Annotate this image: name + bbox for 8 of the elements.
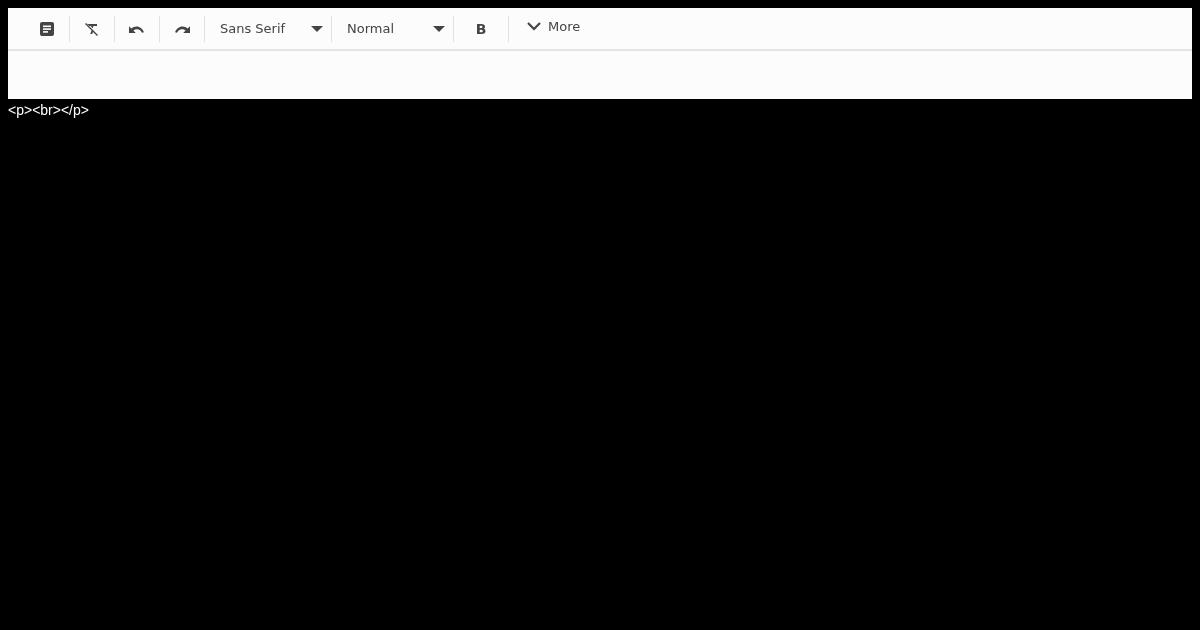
font-dropdown[interactable]: Sans Serif (205, 15, 331, 42)
caret-icon (311, 25, 323, 32)
more-button[interactable]: More (527, 13, 581, 39)
html-output-text: <p><br></p> (8, 102, 89, 118)
size-dropdown[interactable]: Normal (332, 15, 453, 42)
chevron-down-icon (527, 21, 541, 31)
bold-button[interactable]: B (467, 15, 495, 42)
caret-icon (433, 25, 445, 32)
